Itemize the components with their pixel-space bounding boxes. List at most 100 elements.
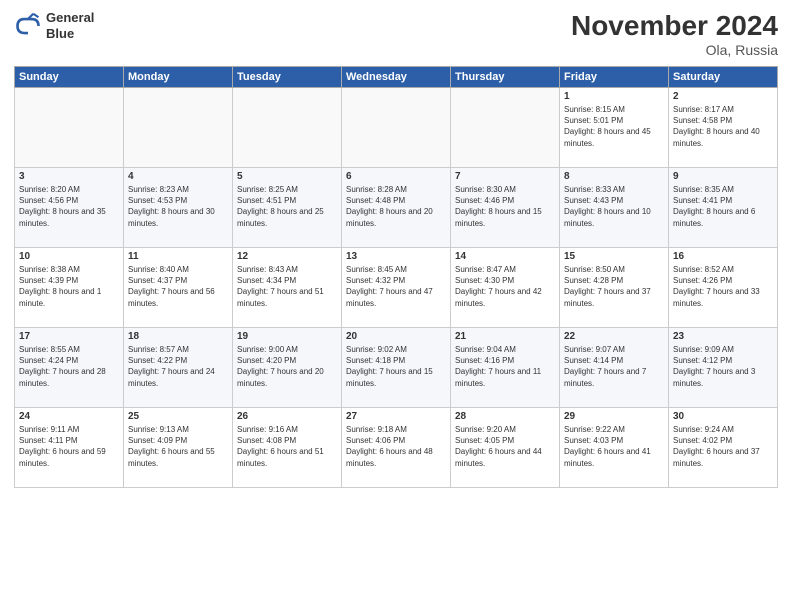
day-number: 4 [128, 171, 228, 182]
day-info: Sunrise: 9:20 AM Sunset: 4:05 PM Dayligh… [455, 424, 555, 469]
logo-text: General Blue [46, 10, 94, 41]
calendar-cell: 3Sunrise: 8:20 AM Sunset: 4:56 PM Daylig… [15, 168, 124, 248]
day-number: 14 [455, 251, 555, 262]
day-number: 7 [455, 171, 555, 182]
day-info: Sunrise: 8:38 AM Sunset: 4:39 PM Dayligh… [19, 264, 119, 309]
page: General Blue November 2024 Ola, Russia S… [0, 0, 792, 612]
calendar-cell [342, 88, 451, 168]
day-number: 23 [673, 331, 773, 342]
title-block: November 2024 Ola, Russia [571, 10, 778, 58]
day-number: 13 [346, 251, 446, 262]
calendar-cell: 18Sunrise: 8:57 AM Sunset: 4:22 PM Dayli… [124, 328, 233, 408]
day-number: 26 [237, 411, 337, 422]
calendar-cell: 7Sunrise: 8:30 AM Sunset: 4:46 PM Daylig… [451, 168, 560, 248]
logo-icon [14, 12, 42, 40]
day-number: 16 [673, 251, 773, 262]
weekday-header-wednesday: Wednesday [342, 67, 451, 88]
day-info: Sunrise: 9:09 AM Sunset: 4:12 PM Dayligh… [673, 344, 773, 389]
day-number: 10 [19, 251, 119, 262]
header: General Blue November 2024 Ola, Russia [14, 10, 778, 58]
calendar-cell: 10 Sunrise: 8:38 AM Sunset: 4:39 PM Dayli… [15, 248, 124, 328]
calendar-cell: 27Sunrise: 9:18 AM Sunset: 4:06 PM Dayli… [342, 408, 451, 488]
day-info: Sunrise: 9:24 AM Sunset: 4:02 PM Dayligh… [673, 424, 773, 469]
calendar-cell: 19Sunrise: 9:00 AM Sunset: 4:20 PM Dayli… [233, 328, 342, 408]
week-row-4: 24 Sunrise: 9:11 AM Sunset: 4:11 PM Dayli… [15, 408, 778, 488]
day-info: Sunrise: 8:45 AM Sunset: 4:32 PM Dayligh… [346, 264, 446, 309]
calendar-cell [233, 88, 342, 168]
calendar-cell: 30 Sunrise: 9:24 AM Sunset: 4:02 PM Dayli… [669, 408, 778, 488]
day-info: Sunrise: 8:52 AM Sunset: 4:26 PM Dayligh… [673, 264, 773, 309]
day-number: 15 [564, 251, 664, 262]
calendar-cell: 14 Sunrise: 8:47 AM Sunset: 4:30 PM Dayli… [451, 248, 560, 328]
day-number: 24 [19, 411, 119, 422]
weekday-header-row: SundayMondayTuesdayWednesdayThursdayFrid… [15, 67, 778, 88]
day-number: 25 [128, 411, 228, 422]
calendar-cell: 12 Sunrise: 8:43 AM Sunset: 4:34 PM Dayli… [233, 248, 342, 328]
day-info: Sunrise: 9:07 AM Sunset: 4:14 PM Dayligh… [564, 344, 664, 389]
calendar-cell [451, 88, 560, 168]
day-number: 29 [564, 411, 664, 422]
day-info: Sunrise: 8:23 AM Sunset: 4:53 PM Dayligh… [128, 184, 228, 229]
day-info: Sunrise: 9:22 AM Sunset: 4:03 PM Dayligh… [564, 424, 664, 469]
calendar-cell: 24 Sunrise: 9:11 AM Sunset: 4:11 PM Dayli… [15, 408, 124, 488]
day-info: Sunrise: 9:11 AM Sunset: 4:11 PM Dayligh… [19, 424, 119, 469]
weekday-header-tuesday: Tuesday [233, 67, 342, 88]
month-title: November 2024 [571, 10, 778, 42]
calendar-cell: 25 Sunrise: 9:13 AM Sunset: 4:09 PM Dayli… [124, 408, 233, 488]
day-number: 11 [128, 251, 228, 262]
weekday-header-monday: Monday [124, 67, 233, 88]
day-info: Sunrise: 8:33 AM Sunset: 4:43 PM Dayligh… [564, 184, 664, 229]
day-info: Sunrise: 8:35 AM Sunset: 4:41 PM Dayligh… [673, 184, 773, 229]
day-info: Sunrise: 9:16 AM Sunset: 4:08 PM Dayligh… [237, 424, 337, 469]
day-info: Sunrise: 8:50 AM Sunset: 4:28 PM Dayligh… [564, 264, 664, 309]
week-row-3: 17 Sunrise: 8:55 AM Sunset: 4:24 PM Dayli… [15, 328, 778, 408]
day-info: Sunrise: 8:55 AM Sunset: 4:24 PM Dayligh… [19, 344, 119, 389]
day-info: Sunrise: 9:13 AM Sunset: 4:09 PM Dayligh… [128, 424, 228, 469]
day-number: 6 [346, 171, 446, 182]
day-info: Sunrise: 8:17 AM Sunset: 4:58 PM Dayligh… [673, 104, 773, 149]
calendar-cell: 15 Sunrise: 8:50 AM Sunset: 4:28 PM Dayli… [560, 248, 669, 328]
weekday-header-saturday: Saturday [669, 67, 778, 88]
calendar-cell: 4 Sunrise: 8:23 AM Sunset: 4:53 PM Daylig… [124, 168, 233, 248]
day-number: 27 [346, 411, 446, 422]
day-number: 21 [455, 331, 555, 342]
calendar-cell: 21 Sunrise: 9:04 AM Sunset: 4:16 PM Dayli… [451, 328, 560, 408]
calendar-cell: 9 Sunrise: 8:35 AM Sunset: 4:41 PM Daylig… [669, 168, 778, 248]
day-number: 12 [237, 251, 337, 262]
calendar-cell [15, 88, 124, 168]
calendar-cell: 1Sunrise: 8:15 AM Sunset: 5:01 PM Daylig… [560, 88, 669, 168]
day-info: Sunrise: 9:04 AM Sunset: 4:16 PM Dayligh… [455, 344, 555, 389]
calendar-cell: 6Sunrise: 8:28 AM Sunset: 4:48 PM Daylig… [342, 168, 451, 248]
calendar-cell: 2Sunrise: 8:17 AM Sunset: 4:58 PM Daylig… [669, 88, 778, 168]
calendar-cell: 17 Sunrise: 8:55 AM Sunset: 4:24 PM Dayli… [15, 328, 124, 408]
weekday-header-thursday: Thursday [451, 67, 560, 88]
day-info: Sunrise: 8:15 AM Sunset: 5:01 PM Dayligh… [564, 104, 664, 149]
calendar-cell: 29 Sunrise: 9:22 AM Sunset: 4:03 PM Dayli… [560, 408, 669, 488]
calendar-cell: 23 Sunrise: 9:09 AM Sunset: 4:12 PM Dayli… [669, 328, 778, 408]
location: Ola, Russia [571, 42, 778, 58]
week-row-1: 3Sunrise: 8:20 AM Sunset: 4:56 PM Daylig… [15, 168, 778, 248]
calendar-cell: 8 Sunrise: 8:33 AM Sunset: 4:43 PM Daylig… [560, 168, 669, 248]
calendar-cell [124, 88, 233, 168]
weekday-header-friday: Friday [560, 67, 669, 88]
day-number: 30 [673, 411, 773, 422]
calendar-cell: 20Sunrise: 9:02 AM Sunset: 4:18 PM Dayli… [342, 328, 451, 408]
weekday-header-sunday: Sunday [15, 67, 124, 88]
calendar-cell: 22Sunrise: 9:07 AM Sunset: 4:14 PM Dayli… [560, 328, 669, 408]
calendar-cell: 26 Sunrise: 9:16 AM Sunset: 4:08 PM Dayli… [233, 408, 342, 488]
day-info: Sunrise: 8:43 AM Sunset: 4:34 PM Dayligh… [237, 264, 337, 309]
week-row-0: 1Sunrise: 8:15 AM Sunset: 5:01 PM Daylig… [15, 88, 778, 168]
calendar-cell: 13 Sunrise: 8:45 AM Sunset: 4:32 PM Dayli… [342, 248, 451, 328]
day-number: 17 [19, 331, 119, 342]
day-info: Sunrise: 8:25 AM Sunset: 4:51 PM Dayligh… [237, 184, 337, 229]
day-info: Sunrise: 8:47 AM Sunset: 4:30 PM Dayligh… [455, 264, 555, 309]
calendar-cell: 5Sunrise: 8:25 AM Sunset: 4:51 PM Daylig… [233, 168, 342, 248]
week-row-2: 10 Sunrise: 8:38 AM Sunset: 4:39 PM Dayli… [15, 248, 778, 328]
calendar-cell: 28Sunrise: 9:20 AM Sunset: 4:05 PM Dayli… [451, 408, 560, 488]
day-number: 3 [19, 171, 119, 182]
day-number: 9 [673, 171, 773, 182]
day-info: Sunrise: 9:00 AM Sunset: 4:20 PM Dayligh… [237, 344, 337, 389]
day-info: Sunrise: 8:40 AM Sunset: 4:37 PM Dayligh… [128, 264, 228, 309]
day-number: 8 [564, 171, 664, 182]
day-info: Sunrise: 9:02 AM Sunset: 4:18 PM Dayligh… [346, 344, 446, 389]
